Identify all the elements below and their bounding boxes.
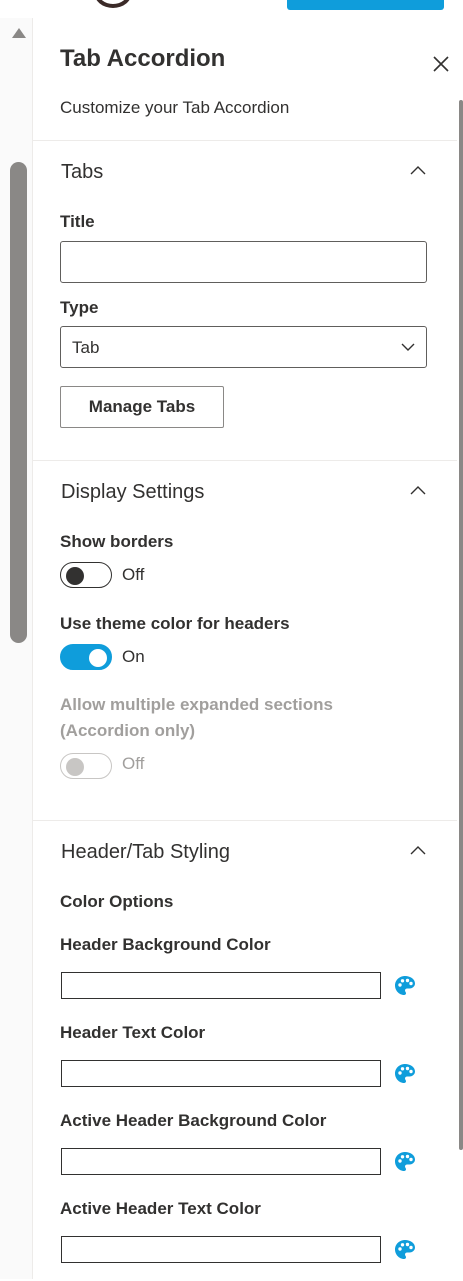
active-header-text-color-input[interactable] bbox=[61, 1236, 381, 1263]
title-input[interactable] bbox=[60, 241, 427, 283]
header-styling-section: Header/Tab Styling Color Options Header … bbox=[33, 821, 457, 1281]
multiple-expanded-label: Allow multiple expanded sections bbox=[60, 695, 333, 714]
header-bg-color-label: Header Background Color bbox=[60, 935, 271, 954]
toggle-knob bbox=[66, 567, 84, 585]
active-header-bg-color-label: Active Header Background Color bbox=[60, 1111, 327, 1130]
tabs-section-header[interactable]: Tabs bbox=[33, 141, 457, 203]
property-pane: Tab Accordion Customize your Tab Accordi… bbox=[33, 18, 457, 1281]
show-borders-label: Show borders bbox=[60, 532, 174, 551]
display-settings-section: Display Settings Show borders Off Use th… bbox=[33, 461, 457, 821]
manage-tabs-button[interactable]: Manage Tabs bbox=[60, 386, 224, 428]
color-options-label: Color Options bbox=[60, 892, 174, 911]
multiple-expanded-state: Off bbox=[122, 754, 145, 773]
chevron-up-icon[interactable] bbox=[407, 163, 429, 179]
header-bg-color-input[interactable] bbox=[61, 972, 381, 999]
palette-icon[interactable] bbox=[393, 1238, 417, 1262]
palette-icon[interactable] bbox=[393, 1062, 417, 1086]
header-text-color-input[interactable] bbox=[61, 1060, 381, 1087]
panel-scrollbar[interactable] bbox=[459, 100, 463, 1150]
type-dropdown-value: Tab bbox=[72, 338, 100, 357]
tabs-section-title: Tabs bbox=[61, 161, 104, 183]
chevron-up-icon[interactable] bbox=[407, 843, 429, 859]
title-label: Title bbox=[60, 212, 95, 231]
toggle-knob bbox=[66, 758, 84, 776]
palette-icon[interactable] bbox=[393, 1150, 417, 1174]
header-styling-header[interactable]: Header/Tab Styling bbox=[33, 821, 457, 883]
type-dropdown[interactable]: Tab bbox=[60, 326, 427, 368]
panel-header: Tab Accordion Customize your Tab Accordi… bbox=[33, 18, 457, 141]
theme-color-state: On bbox=[122, 647, 145, 666]
theme-color-toggle[interactable] bbox=[60, 644, 112, 670]
header-text-color-label: Header Text Color bbox=[60, 1023, 206, 1042]
scroll-up-arrow-icon[interactable] bbox=[12, 28, 26, 38]
show-borders-state: Off bbox=[122, 565, 145, 584]
theme-color-label: Use theme color for headers bbox=[60, 614, 290, 633]
show-borders-toggle[interactable] bbox=[60, 562, 112, 588]
display-settings-header[interactable]: Display Settings bbox=[33, 461, 457, 523]
site-logo bbox=[94, 0, 132, 8]
multiple-expanded-label-note: (Accordion only) bbox=[60, 721, 196, 740]
page-scrollbar-thumb[interactable] bbox=[10, 162, 27, 643]
active-header-text-color-label: Active Header Text Color bbox=[60, 1199, 261, 1218]
display-settings-title: Display Settings bbox=[61, 481, 205, 503]
tabs-section: Tabs Title Type Tab Manage Tabs bbox=[33, 141, 457, 461]
top-action-button[interactable] bbox=[287, 0, 444, 10]
toggle-knob bbox=[89, 649, 107, 667]
close-icon[interactable] bbox=[429, 52, 453, 76]
palette-icon[interactable] bbox=[393, 974, 417, 998]
panel-title: Tab Accordion bbox=[60, 45, 226, 72]
type-label: Type bbox=[60, 298, 99, 317]
chevron-down-icon bbox=[401, 343, 415, 351]
header-styling-title: Header/Tab Styling bbox=[61, 841, 230, 863]
chevron-up-icon[interactable] bbox=[407, 483, 429, 499]
panel-subtitle: Customize your Tab Accordion bbox=[60, 98, 290, 117]
multiple-expanded-toggle bbox=[60, 753, 112, 779]
active-header-bg-color-input[interactable] bbox=[61, 1148, 381, 1175]
